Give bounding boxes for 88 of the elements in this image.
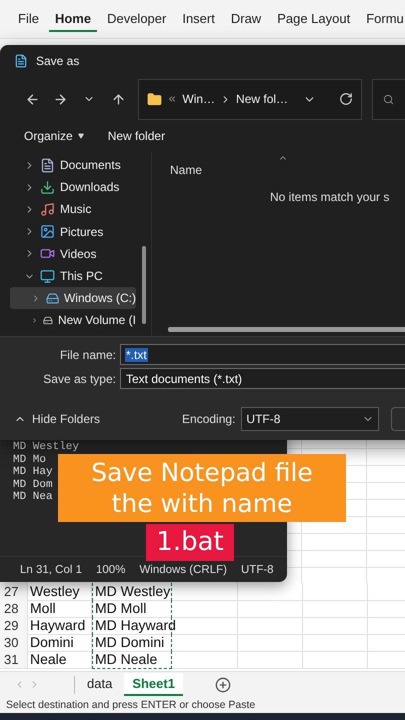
table-cell: Domini <box>28 634 92 652</box>
table-cell: Moll <box>28 600 92 618</box>
status-text: 100% <box>96 564 126 576</box>
grid-cell <box>172 651 238 669</box>
status-message: Select destination and press ENTER or choose Paste <box>0 697 405 713</box>
search-icon <box>383 94 394 104</box>
path-segment[interactable]: New fol… <box>236 92 288 106</box>
row-number: 31 <box>0 651 28 669</box>
add-sheet-icon[interactable] <box>214 676 231 692</box>
file-name-field[interactable]: *.txt <box>120 344 405 365</box>
drive-icon <box>46 290 59 306</box>
notepad-icon <box>14 54 28 68</box>
picture-icon <box>40 224 55 240</box>
grid-cell <box>172 583 238 601</box>
encoding-select[interactable]: UTF-8 <box>241 407 379 431</box>
scrollbar[interactable] <box>142 246 146 324</box>
field-label: Save as type: <box>42 372 117 386</box>
window-title: Save as <box>36 54 80 68</box>
path-segment[interactable]: Win… <box>182 92 216 106</box>
grid-cell <box>303 583 368 601</box>
text-line: MD Hay <box>13 466 53 478</box>
field-label: Encoding: <box>182 412 236 426</box>
grid-cell <box>172 600 238 618</box>
row-number: 27 <box>0 583 28 601</box>
empty-message: No items match your s <box>270 190 390 204</box>
folder-tree-item[interactable]: Windows (C:) <box>10 287 136 310</box>
grid-cell <box>238 617 303 635</box>
column-header[interactable]: Name <box>170 157 405 177</box>
text-line: MD Westley <box>13 441 80 454</box>
table-cell: MD Westley <box>92 583 172 601</box>
grid-cell <box>303 634 368 652</box>
table-cell: MD Neale <box>92 651 172 669</box>
arrow-right-icon <box>53 92 68 106</box>
status-text: Windows (CRLF) <box>139 564 227 576</box>
text-line: MD Nea <box>13 491 53 504</box>
grid-cell <box>303 600 368 618</box>
caption-banner: Save Notepad file the with name <box>58 454 346 522</box>
folder-tree-item[interactable]: Videos <box>10 242 136 265</box>
file-type-select[interactable]: Text documents (*.txt) <box>120 368 405 389</box>
caption-highlight: 1.bat <box>146 524 234 561</box>
folder-tree-item[interactable]: Downloads <box>10 176 136 198</box>
organize-button[interactable]: Organize <box>24 127 84 145</box>
folder-tree-item[interactable]: Pictures <box>10 220 136 243</box>
sheet-tab[interactable]: data <box>79 673 120 696</box>
ribbon-tab[interactable]: Page Layout <box>271 6 356 32</box>
grid-cell <box>172 634 238 652</box>
sheet-tab[interactable]: Sheet1 <box>124 673 183 696</box>
table-cell: Westley <box>28 583 92 601</box>
monitor-icon <box>40 268 55 284</box>
address-bar[interactable]: Win… New fol… <box>138 78 362 120</box>
grid-cell <box>238 583 303 601</box>
grid-cell <box>238 651 303 669</box>
table-cell: MD Domini <box>92 634 172 652</box>
grid-cell <box>238 634 303 652</box>
hide-folders-button[interactable]: Hide Folders <box>14 412 100 426</box>
text-line: MD Mo <box>13 454 46 466</box>
music-icon <box>40 202 55 217</box>
folder-tree-item[interactable]: Documents <box>10 154 136 176</box>
new-folder-button[interactable]: New folder <box>108 127 166 145</box>
document-icon <box>40 158 55 173</box>
table-cell: Neale <box>28 651 92 669</box>
ribbon-tab[interactable]: Home <box>48 6 98 32</box>
table-cell: Hayward <box>28 617 92 635</box>
ribbon-tab[interactable]: Formu <box>360 6 405 32</box>
folder-tree-item[interactable]: New Volume (I <box>10 309 136 332</box>
caret-icon <box>78 133 84 139</box>
chevrons-icon <box>167 94 178 104</box>
row-number: 29 <box>0 617 28 635</box>
ribbon-tab[interactable]: Developer <box>101 6 172 32</box>
status-text: UTF-8 <box>240 564 274 576</box>
ribbon-tab[interactable]: Draw <box>224 6 268 32</box>
ribbon-tab[interactable]: Insert <box>176 6 221 32</box>
download-icon <box>40 180 55 195</box>
grid-cell <box>303 617 368 635</box>
grid-cell <box>303 651 368 669</box>
scrollbar[interactable] <box>168 327 405 332</box>
status-text: Ln 31, Col 1 <box>20 564 82 576</box>
refresh-icon[interactable] <box>339 92 354 106</box>
ribbon-tab[interactable]: File <box>12 6 45 32</box>
row-number: 28 <box>0 600 28 618</box>
folder-tree-item[interactable]: Music <box>10 198 136 221</box>
field-label: File name: <box>58 348 117 362</box>
grid-cell <box>238 600 303 618</box>
table-cell: MD Moll <box>92 600 172 618</box>
text-line: MD Dom <box>13 478 53 491</box>
row-number: 30 <box>0 634 28 652</box>
folder-icon <box>147 92 162 106</box>
folder-tree-item[interactable]: This PC <box>10 264 136 288</box>
